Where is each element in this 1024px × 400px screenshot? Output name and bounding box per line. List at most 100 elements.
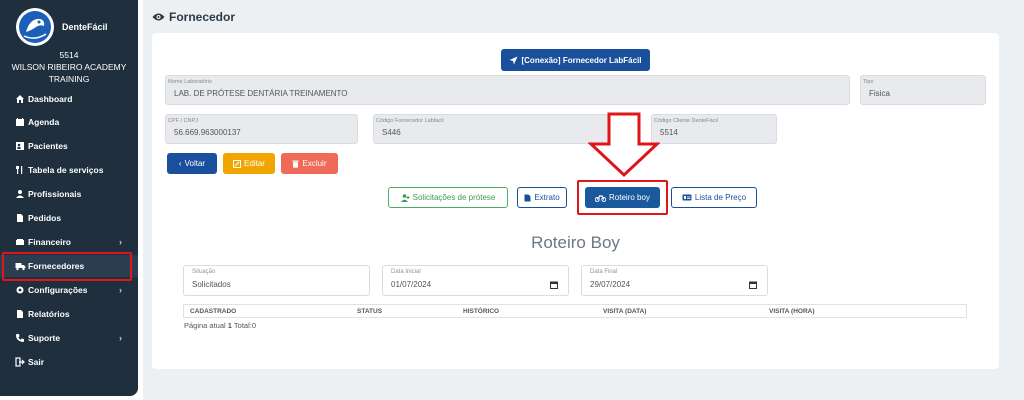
utensils-icon bbox=[14, 164, 26, 176]
phone-icon bbox=[14, 332, 26, 344]
data-final-label: Data Final bbox=[590, 269, 618, 275]
page-title-text: Fornecedor bbox=[169, 10, 236, 24]
sidebar-item-label: Pacientes bbox=[28, 141, 68, 151]
sidebar-item-label: Configurações bbox=[28, 285, 88, 295]
situacao-value: Solicitados bbox=[192, 280, 231, 289]
pagination-info: Página atual 1 Total:0 bbox=[184, 321, 256, 330]
chevron-right-icon: › bbox=[119, 333, 122, 343]
pager-page: 1 bbox=[227, 321, 232, 330]
logo-icon bbox=[16, 8, 54, 46]
sidebar-item-profissionais[interactable]: Profissionais bbox=[0, 183, 138, 205]
cod-cliente-field[interactable]: Código Cliente DenteFácil 5514 bbox=[651, 114, 777, 144]
situacao-select[interactable]: Situação Solicitados bbox=[183, 265, 370, 296]
tab-solicitacoes-protese[interactable]: Solicitações de prótese bbox=[388, 187, 508, 208]
lab-name-value: LAB. DE PRÓTESE DENTÁRIA TREINAMENTO bbox=[174, 89, 348, 98]
situacao-label: Situação bbox=[192, 269, 216, 275]
pager-total: Total:0 bbox=[233, 321, 257, 330]
chevron-right-icon: › bbox=[119, 285, 122, 295]
connection-button-label: [Conexão] Fornecedor LabFácil bbox=[521, 55, 642, 65]
lab-name-label: Nome Laboratório bbox=[168, 79, 213, 85]
sidebar-item-label: Relatórios bbox=[28, 309, 70, 319]
sidebar-item-relatorios[interactable]: Relatórios bbox=[0, 303, 138, 325]
account-name-line2: TRAINING bbox=[48, 74, 90, 84]
gear-icon bbox=[14, 284, 26, 296]
sidebar-item-label: Suporte bbox=[28, 333, 61, 343]
cod-fornecedor-label: Código Fornecedor Labfacil bbox=[376, 118, 444, 124]
tab-lista-preco[interactable]: Lista de Preço bbox=[671, 187, 757, 208]
column-header: VISITA (HORA) bbox=[769, 308, 815, 315]
brand[interactable]: DenteFácil bbox=[16, 8, 108, 46]
delete-button[interactable]: Excluir bbox=[281, 153, 338, 174]
sidebar-item-sair[interactable]: Sair bbox=[0, 351, 138, 373]
home-icon bbox=[14, 93, 26, 105]
data-inicial-value: 01/07/2024 bbox=[391, 280, 432, 289]
highlight-fornecedores bbox=[2, 252, 132, 281]
column-header: CADASTRADO bbox=[190, 308, 237, 315]
edit-button-label: Editar bbox=[244, 159, 265, 168]
edit-icon bbox=[233, 159, 242, 168]
edit-button[interactable]: Editar bbox=[223, 153, 275, 174]
tipo-field[interactable]: Tipo Fisica bbox=[860, 75, 986, 105]
back-button[interactable]: ‹ Voltar bbox=[167, 153, 217, 174]
page-title: Fornecedor bbox=[152, 10, 235, 24]
cpf-cnpj-value: 56.669.963000137 bbox=[174, 128, 241, 137]
lab-name-field[interactable]: Nome Laboratório LAB. DE PRÓTESE DENTÁRI… bbox=[165, 75, 850, 105]
file-icon bbox=[14, 212, 26, 224]
sidebar-item-label: Profissionais bbox=[28, 189, 82, 199]
sidebar-item-agenda[interactable]: Agenda bbox=[0, 111, 138, 133]
back-button-label: Voltar bbox=[184, 159, 206, 168]
cpf-cnpj-field[interactable]: CPF / CNPJ 56.669.963000137 bbox=[165, 114, 358, 144]
sidebar-item-label: Financeiro bbox=[28, 237, 71, 247]
data-final-input[interactable]: Data Final 29/07/2024 bbox=[581, 265, 768, 296]
connection-button[interactable]: [Conexão] Fornecedor LabFácil bbox=[501, 49, 650, 71]
app-name: DenteFácil bbox=[62, 22, 108, 32]
account-id: 5514 bbox=[59, 50, 79, 60]
sidebar-item-label: Pedidos bbox=[28, 213, 62, 223]
calendar-icon bbox=[14, 116, 26, 128]
sidebar-item-label: Tabela de serviços bbox=[28, 165, 104, 175]
account-name-line1: WILSON RIBEIRO ACADEMY bbox=[11, 62, 127, 72]
data-inicial-input[interactable]: Data Inicial 01/07/2024 bbox=[382, 265, 569, 296]
send-icon bbox=[509, 56, 518, 64]
tipo-label: Tipo bbox=[863, 79, 874, 85]
column-header: HISTÓRICO bbox=[463, 308, 500, 315]
users-icon bbox=[14, 140, 26, 152]
highlight-roteiro-boy bbox=[577, 180, 668, 215]
user-icon bbox=[14, 188, 26, 200]
user-plus-icon bbox=[400, 193, 410, 202]
sidebar-item-label: Sair bbox=[28, 357, 45, 367]
cod-cliente-value: 5514 bbox=[660, 128, 678, 137]
id-card-icon bbox=[682, 194, 692, 201]
table-header: CADASTRADO STATUS HISTÓRICO VISITA (DATA… bbox=[183, 304, 967, 318]
chevron-right-icon: › bbox=[119, 237, 122, 247]
calendar-icon[interactable] bbox=[550, 281, 558, 289]
tab-label: Extrato bbox=[534, 193, 560, 202]
sidebar-item-dashboard[interactable]: Dashboard bbox=[0, 88, 138, 110]
tab-label: Lista de Preço bbox=[694, 193, 747, 202]
sidebar-item-configuracoes[interactable]: Configurações › bbox=[0, 279, 138, 301]
column-header: STATUS bbox=[357, 308, 383, 315]
sidebar-item-financeiro[interactable]: Financeiro › bbox=[0, 231, 138, 253]
eye-icon bbox=[152, 12, 165, 22]
file-icon bbox=[14, 308, 26, 320]
sidebar-item-pacientes[interactable]: Pacientes bbox=[0, 135, 138, 157]
tab-extrato[interactable]: Extrato bbox=[517, 187, 567, 208]
section-title: Roteiro Boy bbox=[531, 233, 620, 252]
data-inicial-label: Data Inicial bbox=[391, 269, 421, 275]
delete-button-label: Excluir bbox=[302, 159, 327, 168]
tipo-value: Fisica bbox=[869, 89, 890, 98]
trash-icon bbox=[292, 160, 299, 168]
sidebar-item-label: Agenda bbox=[28, 117, 60, 127]
sidebar-item-label: Dashboard bbox=[28, 94, 73, 104]
file-icon bbox=[524, 194, 531, 201]
sidebar-item-pedidos[interactable]: Pedidos bbox=[0, 207, 138, 229]
tab-label: Solicitações de prótese bbox=[412, 193, 496, 202]
cod-cliente-label: Código Cliente DenteFácil bbox=[654, 118, 718, 124]
cpf-cnpj-label: CPF / CNPJ bbox=[168, 118, 198, 124]
data-final-value: 29/07/2024 bbox=[590, 280, 631, 289]
calendar-icon[interactable] bbox=[749, 281, 757, 289]
pager-prefix: Página atual bbox=[184, 321, 226, 330]
sidebar-item-tabela-servicos[interactable]: Tabela de serviços bbox=[0, 159, 138, 181]
money-icon bbox=[14, 236, 26, 248]
sidebar-item-suporte[interactable]: Suporte › bbox=[0, 327, 138, 349]
